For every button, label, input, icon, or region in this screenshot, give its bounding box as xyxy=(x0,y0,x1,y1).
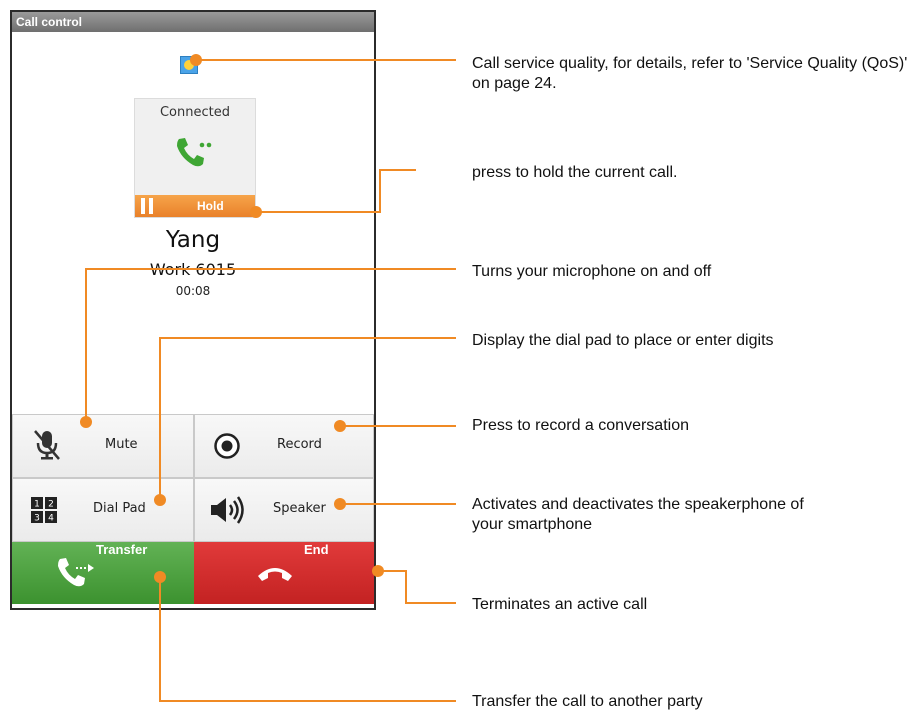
record-label: Record xyxy=(277,437,322,452)
annotation-speaker: Activates and deactivates the speakerpho… xyxy=(472,496,804,533)
hold-label: Hold xyxy=(197,199,224,213)
annotation-mute: Turns your microphone on and off xyxy=(472,263,712,280)
dialpad-label: Dial Pad xyxy=(93,501,146,516)
call-duration: 00:08 xyxy=(175,284,211,298)
microphone-muted-icon xyxy=(34,430,60,460)
annotation-qos: Call service quality, for details, refer… xyxy=(472,55,908,92)
end-label: End xyxy=(304,542,329,557)
end-call-button[interactable]: End xyxy=(194,542,374,604)
phone-screen: Call control Connected Hold Yang Work 60… xyxy=(10,10,376,610)
mute-label: Mute xyxy=(105,437,138,452)
transfer-label: Transfer xyxy=(96,542,148,557)
dialpad-digit: 4 xyxy=(48,514,54,524)
annotation-dialpad: Display the dial pad to place or enter d… xyxy=(472,332,774,349)
speaker-label: Speaker xyxy=(273,501,326,516)
record-button[interactable]: Record xyxy=(194,414,374,478)
dialpad-digit: 2 xyxy=(48,500,54,510)
dialpad-button[interactable]: 1 2 3 4 Dial Pad xyxy=(12,478,194,542)
call-status-card: Connected Hold xyxy=(134,98,256,218)
speaker-icon xyxy=(211,496,244,524)
dialpad-icon: 1 2 3 4 xyxy=(31,497,57,523)
pause-icon xyxy=(141,198,155,214)
mute-button[interactable]: Mute xyxy=(12,414,194,478)
record-icon xyxy=(214,433,240,459)
hold-button[interactable]: Hold xyxy=(135,195,255,217)
caller-name: Yang xyxy=(165,227,221,253)
caller-number: Work 6015 xyxy=(149,260,237,279)
annotation-hold: press to hold the current call. xyxy=(472,164,678,181)
qos-indicator-icon[interactable] xyxy=(180,56,198,74)
call-status: Connected xyxy=(159,105,230,120)
hang-up-icon xyxy=(258,568,292,581)
speaker-button[interactable]: Speaker xyxy=(194,478,374,542)
transfer-button[interactable]: Transfer xyxy=(12,542,194,604)
annotation-record: Press to record a conversation xyxy=(472,417,689,434)
dialpad-digit: 3 xyxy=(34,514,40,524)
phone-handset-icon xyxy=(177,138,212,167)
annotation-transfer: Transfer the call to another party xyxy=(472,693,703,710)
annotation-end: Terminates an active call xyxy=(472,596,648,613)
window-title: Call control xyxy=(12,12,374,32)
transfer-call-icon xyxy=(58,558,94,587)
dialpad-digit: 1 xyxy=(34,500,40,510)
